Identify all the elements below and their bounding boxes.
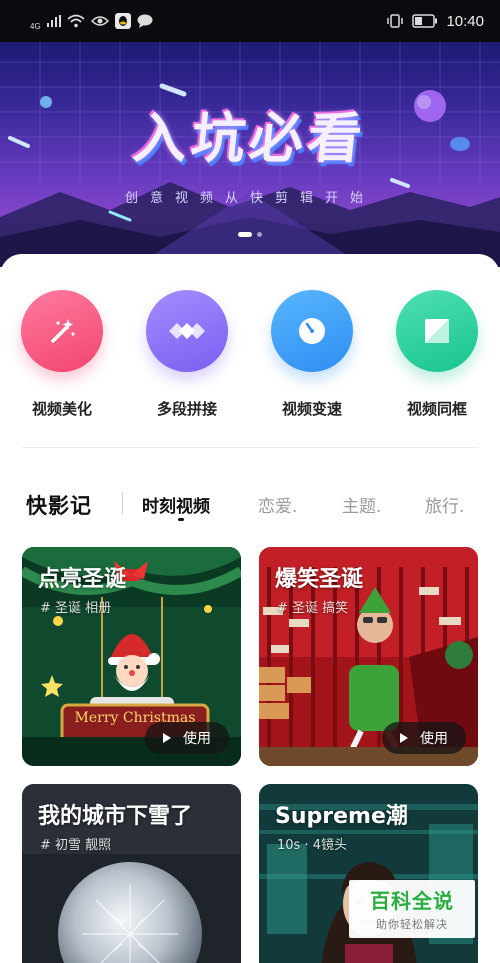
clock: 10:40 <box>446 12 484 30</box>
battery-icon <box>412 14 438 28</box>
template-card-christmas-light[interactable]: 点亮圣诞 # 圣诞 相册 Merry Christmas 使用 <box>22 547 241 766</box>
tool-label: 视频同框 <box>406 400 467 418</box>
tool-row: 视频美化 多段拼接 视频变速 视频同框 <box>0 290 500 420</box>
tool-label: 视频美化 <box>31 400 92 418</box>
category-tabs: 快影记 时刻视频 恋爱. 主题. 旅行. <box>0 486 500 526</box>
tool-circle <box>271 290 353 372</box>
magic-wand-icon <box>51 319 75 343</box>
splice-icon <box>169 323 205 339</box>
use-button-label: 使用 <box>183 731 211 747</box>
split-frame-icon <box>425 319 449 343</box>
template-card-funny-christmas[interactable]: 爆笑圣诞 # 圣诞 搞笑 使用 <box>259 547 478 766</box>
tool-circle <box>21 290 103 372</box>
section-divider <box>22 447 478 448</box>
watermark-title: 百科全说 <box>370 889 454 913</box>
carousel-indicator <box>238 232 262 237</box>
wifi-icon <box>67 14 85 28</box>
vibrate-icon <box>387 14 404 28</box>
card-tag: # 圣诞 搞笑 <box>277 601 349 616</box>
promo-banner[interactable]: 入坑必看 创意视频从快剪辑开始 <box>0 42 500 267</box>
tool-label: 视频变速 <box>281 400 342 418</box>
chat-bubble-icon <box>137 14 153 28</box>
carousel-dot <box>257 232 262 237</box>
tool-circle <box>146 290 228 372</box>
use-template-button[interactable]: 使用 <box>382 722 466 754</box>
tool-label: 多段拼接 <box>156 400 217 418</box>
eye-icon <box>90 16 109 26</box>
tool-video-speed[interactable]: 视频变速 <box>257 290 367 419</box>
use-template-button[interactable]: 使用 <box>145 722 229 754</box>
card-title: 爆笑圣诞 <box>275 567 364 592</box>
tab-theme[interactable]: 主题. <box>342 492 381 517</box>
watermark-subtitle: 助你轻松解决 <box>376 918 448 931</box>
card-title: 我的城市下雪了 <box>38 804 193 829</box>
banner-subtitle: 创意视频从快剪辑开始 <box>124 191 375 206</box>
app-screen: 4G 10:40 入坑必看 创意视频从快剪辑开始 视频美化 多段拼接 视频变速 … <box>0 0 500 963</box>
tab-moment-video[interactable]: 时刻视频 <box>142 492 210 517</box>
speedometer-icon <box>299 318 325 344</box>
network-type: 4G <box>30 22 41 31</box>
tab-love[interactable]: 恋爱. <box>258 492 297 517</box>
card-tag: # 圣诞 相册 <box>40 601 112 616</box>
tab-separator <box>122 492 123 514</box>
tab-travel[interactable]: 旅行. <box>425 492 464 517</box>
play-icon <box>163 733 171 743</box>
play-icon <box>400 733 408 743</box>
signal-icon <box>46 15 61 27</box>
carousel-dot-active <box>238 232 252 237</box>
active-tab-indicator <box>178 518 184 521</box>
status-bar: 4G 10:40 <box>0 0 500 42</box>
card-tag: # 初雪 靓照 <box>40 838 112 853</box>
card-title: 点亮圣诞 <box>38 567 127 592</box>
tool-video-beautify[interactable]: 视频美化 <box>7 290 117 419</box>
template-card-city-snow[interactable]: 我的城市下雪了 # 初雪 靓照 <box>22 784 241 963</box>
tool-video-same-frame[interactable]: 视频同框 <box>382 290 492 419</box>
card-tag: 10s · 4镜头 <box>277 838 347 853</box>
tool-circle <box>396 290 478 372</box>
brand-logo: 快影记 <box>26 494 92 518</box>
tool-multi-splice[interactable]: 多段拼接 <box>132 290 242 419</box>
qq-icon <box>114 13 131 29</box>
banner-title: 入坑必看 <box>130 107 369 170</box>
use-button-label: 使用 <box>420 731 448 747</box>
site-watermark: 百科全说 助你轻松解决 <box>349 880 475 938</box>
content-sheet: 视频美化 多段拼接 视频变速 视频同框 快影记 时刻视频 恋爱. 主题. 旅行.… <box>0 254 500 963</box>
card-title: Supreme潮 <box>275 804 408 829</box>
